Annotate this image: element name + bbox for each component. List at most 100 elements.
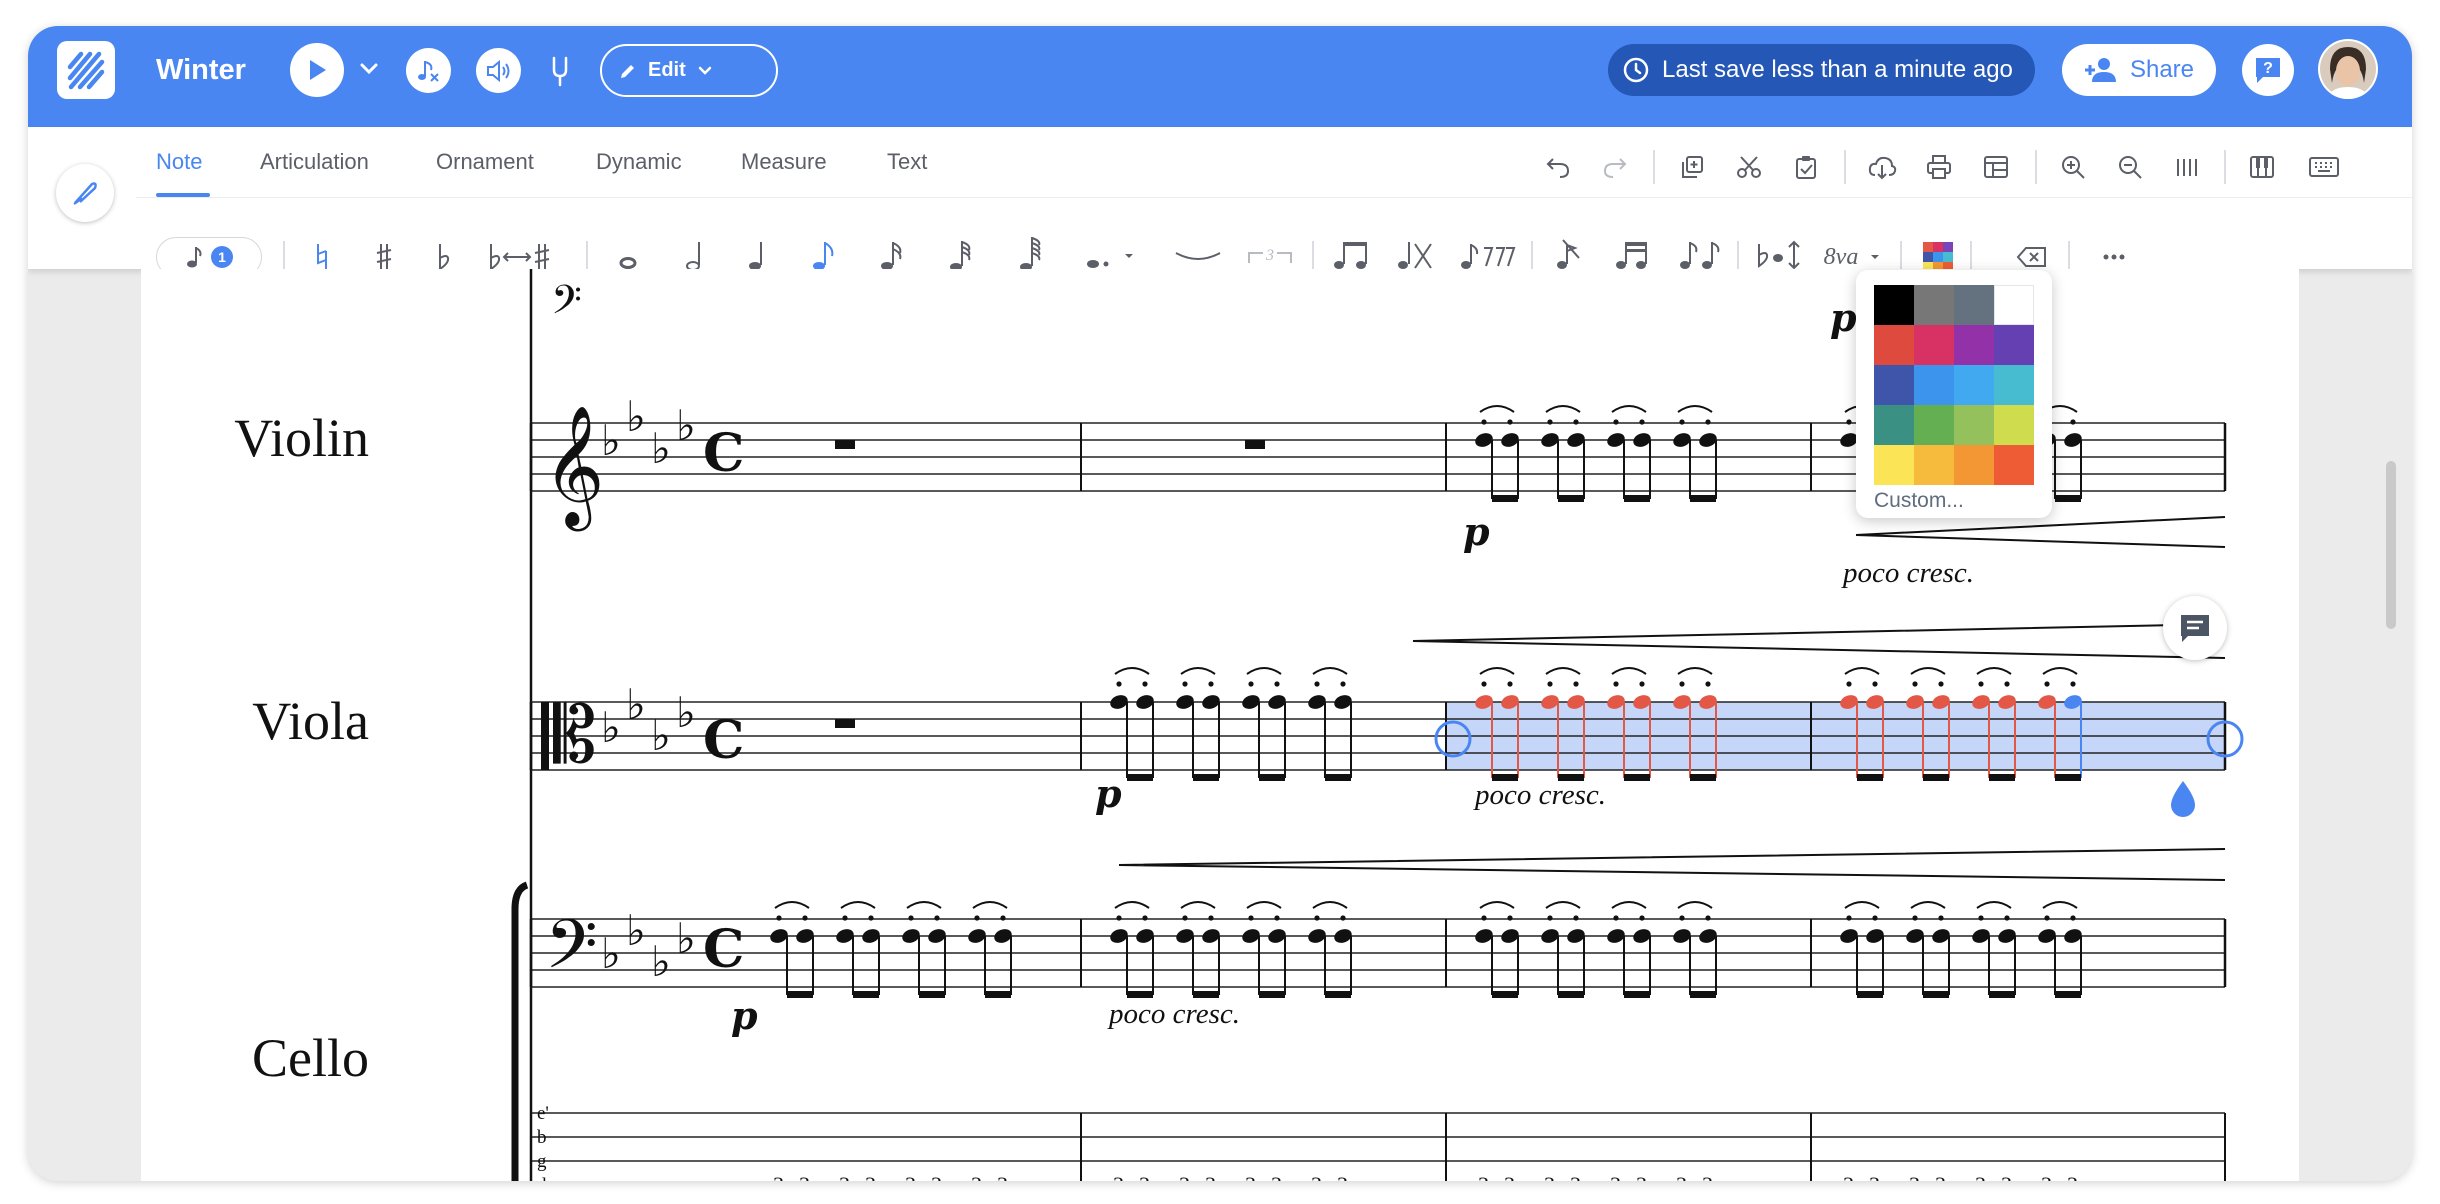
staccato-dot: [1639, 915, 1645, 921]
time-signature-common: C: [703, 919, 744, 980]
key-signature-flat: ♭: [676, 689, 696, 736]
vertical-scrollbar[interactable]: [2386, 461, 2396, 629]
color-swatch[interactable]: [1994, 445, 2034, 485]
color-swatch[interactable]: [1954, 325, 1994, 365]
slur: [1910, 667, 1946, 675]
help-button[interactable]: ?: [2242, 44, 2294, 96]
color-swatch[interactable]: [1994, 365, 2034, 405]
undo-icon[interactable]: [1538, 147, 1578, 187]
tab-ornament[interactable]: Ornament: [436, 149, 534, 175]
copy-icon[interactable]: [1672, 147, 1712, 187]
layout-icon[interactable]: [1976, 147, 2016, 187]
staccato-dot: [2070, 419, 2076, 425]
tuning-fork-button[interactable]: [545, 54, 577, 88]
beam: [1259, 991, 1285, 998]
tab-text[interactable]: Text: [887, 149, 927, 175]
whole-rest: [1245, 440, 1265, 449]
tab-articulation[interactable]: Articulation: [260, 149, 369, 175]
piano-icon[interactable]: [2242, 147, 2282, 187]
whole-rest: [835, 719, 855, 728]
tab-fret-number: 3: [1702, 1172, 1713, 1181]
staccato-dot: [1679, 419, 1685, 425]
key-signature-flat: ♭: [626, 681, 646, 728]
keyboard-icon[interactable]: [2302, 147, 2346, 187]
staccato-dot: [1274, 915, 1280, 921]
staccato-dot: [1182, 915, 1188, 921]
beam: [1857, 991, 1883, 998]
avatar[interactable]: [2318, 39, 2378, 99]
sound-settings-button[interactable]: [476, 48, 521, 93]
color-swatch[interactable]: [1874, 325, 1914, 365]
save-status-text: Last save less than a minute ago: [1662, 56, 2013, 83]
staccato-dot: [1116, 681, 1122, 687]
separator: [2224, 150, 2226, 184]
staccato-dot: [776, 915, 782, 921]
staccato-dot: [1142, 681, 1148, 687]
edit-mode-button[interactable]: Edit: [600, 44, 778, 97]
color-swatch[interactable]: [1874, 405, 1914, 445]
slur: [1976, 667, 2012, 675]
beam: [853, 991, 879, 998]
tab-fret-number: 3: [2067, 1172, 2078, 1181]
slur: [1479, 667, 1515, 675]
color-swatch[interactable]: [1954, 365, 1994, 405]
staccato-dot: [2070, 681, 2076, 687]
tab-fret-number: 3: [1478, 1172, 1489, 1181]
beam: [1558, 991, 1584, 998]
tab-note[interactable]: Note: [156, 149, 202, 175]
slur: [1611, 667, 1647, 675]
custom-color-link[interactable]: Custom...: [1874, 489, 1964, 513]
play-button[interactable]: [290, 43, 344, 97]
slur: [1976, 901, 2012, 909]
color-swatch[interactable]: [1954, 405, 1994, 445]
staccato-dot: [1613, 419, 1619, 425]
color-swatch[interactable]: [1994, 285, 2034, 325]
staccato-dot: [1573, 915, 1579, 921]
slur: [774, 901, 810, 909]
save-status: Last save less than a minute ago: [1608, 44, 2035, 96]
page-view-icon[interactable]: [2167, 147, 2207, 187]
key-signature-flat: ♭: [651, 712, 671, 759]
color-swatch[interactable]: [1914, 365, 1954, 405]
print-icon[interactable]: [1919, 147, 1959, 187]
color-swatch[interactable]: [1954, 285, 1994, 325]
paste-icon[interactable]: [1786, 147, 1826, 187]
color-swatch[interactable]: [1914, 325, 1954, 365]
expression-text: poco cresc.: [1841, 557, 1974, 589]
scissors-icon[interactable]: [1729, 147, 1769, 187]
color-swatch[interactable]: [1874, 285, 1914, 325]
pen-mode-button[interactable]: [56, 164, 114, 222]
comment-button[interactable]: [2163, 596, 2227, 660]
time-signature-common: C: [703, 710, 744, 771]
cloud-save-icon[interactable]: [1862, 147, 1902, 187]
color-swatch[interactable]: [1914, 445, 1954, 485]
flat-logo[interactable]: [57, 41, 115, 99]
zoom-out-icon[interactable]: [2110, 147, 2150, 187]
playback-options-chevron-icon[interactable]: [356, 56, 382, 82]
color-swatch[interactable]: [1994, 405, 2034, 445]
tab-measure[interactable]: Measure: [741, 149, 827, 175]
beam: [2055, 495, 2081, 502]
clock-icon: [1623, 57, 1649, 83]
color-swatch[interactable]: [1914, 285, 1954, 325]
beam: [1558, 495, 1584, 502]
staccato-dot: [908, 915, 914, 921]
expression-text: poco cresc.: [1473, 779, 1606, 811]
redo-icon[interactable]: [1595, 147, 1635, 187]
color-swatch[interactable]: [1874, 365, 1914, 405]
color-swatch[interactable]: [1954, 445, 1994, 485]
score-title[interactable]: Winter: [156, 54, 246, 87]
color-swatch[interactable]: [1874, 445, 1914, 485]
staccato-dot: [1547, 681, 1553, 687]
edit-label: Edit: [648, 59, 686, 81]
tab-dynamic[interactable]: Dynamic: [596, 149, 682, 175]
beam: [985, 991, 1011, 998]
slur: [1246, 901, 1282, 909]
zoom-in-icon[interactable]: [2053, 147, 2093, 187]
staccato-dot: [2044, 915, 2050, 921]
color-swatch[interactable]: [1914, 405, 1954, 445]
color-swatch[interactable]: [1994, 325, 2034, 365]
mute-notation-button[interactable]: [406, 48, 451, 93]
share-button[interactable]: Share: [2062, 44, 2216, 96]
staccato-dot: [802, 915, 808, 921]
